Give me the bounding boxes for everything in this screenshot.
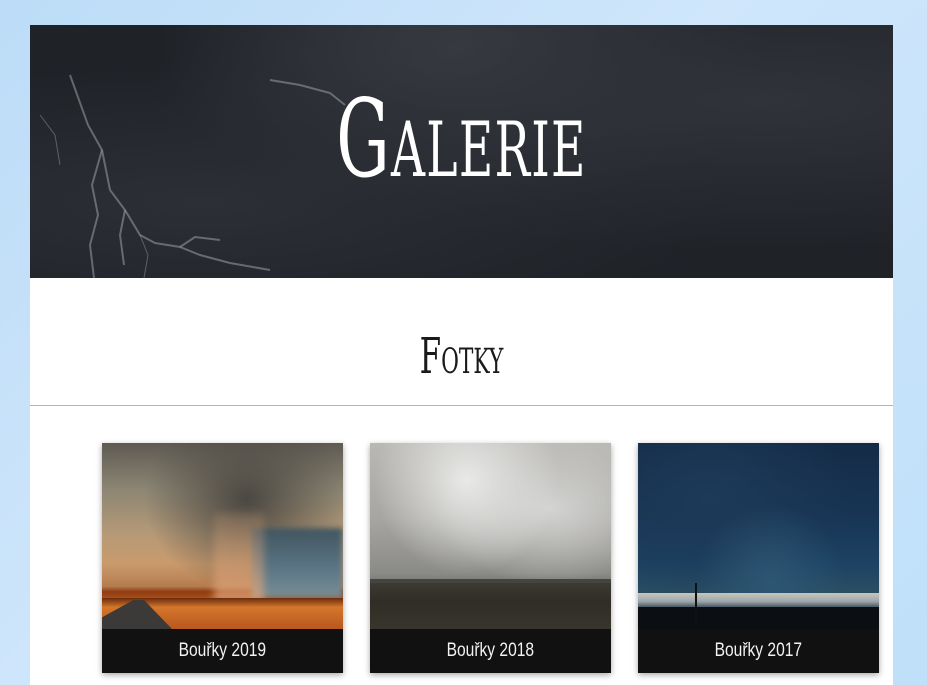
gallery-caption[interactable]: Bouřky 2019	[102, 629, 343, 673]
gallery-thumbnail[interactable]	[102, 443, 343, 629]
photo-detail	[695, 583, 697, 623]
photo-detail	[638, 607, 879, 629]
gallery-caption[interactable]: Bouřky 2017	[638, 629, 879, 673]
gallery-caption-text: Bouřky 2019	[178, 640, 267, 661]
hero-banner: Galerie	[30, 25, 893, 278]
divider	[30, 405, 893, 406]
gallery-thumbnail[interactable]	[370, 443, 611, 629]
page-container: Galerie Fotky Bouřky 2019 Bouřky 2018 Bo…	[30, 25, 893, 685]
photo-detail	[214, 513, 264, 603]
gallery-card-2019[interactable]: Bouřky 2019	[102, 443, 343, 673]
gallery-caption[interactable]: Bouřky 2018	[370, 629, 611, 673]
page-title: Galerie	[336, 77, 587, 202]
gallery-caption-text: Bouřky 2017	[714, 640, 803, 661]
photo-detail	[370, 583, 611, 629]
photo-detail	[638, 593, 879, 607]
gallery-card-2017[interactable]: Bouřky 2017	[638, 443, 879, 673]
section-heading: Fotky	[419, 327, 504, 385]
gallery-card-2018[interactable]: Bouřky 2018	[370, 443, 611, 673]
gallery-caption-text: Bouřky 2018	[446, 640, 535, 661]
photo-detail	[252, 528, 343, 598]
gallery-thumbnail[interactable]	[638, 443, 879, 629]
